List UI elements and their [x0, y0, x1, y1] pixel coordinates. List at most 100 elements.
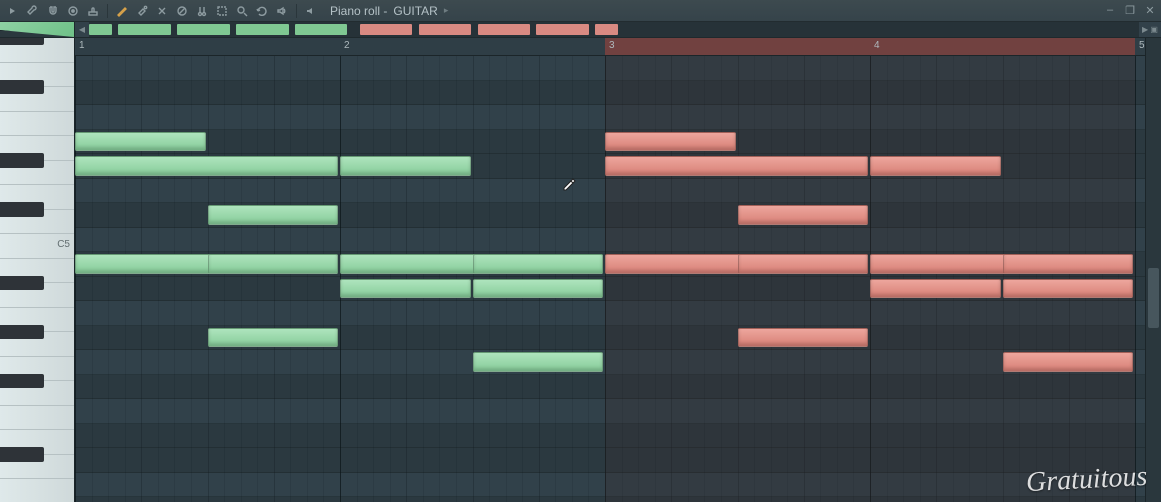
speaker-icon[interactable]: [273, 2, 291, 20]
corner-handle[interactable]: [0, 22, 75, 37]
piano-key-black[interactable]: [0, 276, 44, 291]
sub-line: [92, 56, 93, 502]
sub-line: [688, 56, 689, 502]
minimap-segment[interactable]: [236, 24, 289, 35]
tools-icon[interactable]: [24, 2, 42, 20]
paint-icon[interactable]: [133, 2, 151, 20]
menu-arrow-icon[interactable]: [4, 2, 22, 20]
piano-key-black[interactable]: [0, 447, 44, 462]
piano-key[interactable]: [0, 406, 74, 431]
minimap-segment[interactable]: [419, 24, 472, 35]
midi-note[interactable]: [75, 132, 206, 152]
slice-icon[interactable]: [193, 2, 211, 20]
scrollbar-thumb[interactable]: [1148, 268, 1159, 328]
sub-line: [257, 56, 258, 502]
midi-note[interactable]: [208, 328, 339, 348]
piano-key-black[interactable]: [0, 153, 44, 168]
close-button[interactable]: ✕: [1143, 4, 1157, 17]
maximize-button[interactable]: ❐: [1123, 4, 1137, 17]
midi-note[interactable]: [340, 279, 471, 299]
beat-line: [141, 56, 142, 502]
grid-row: [75, 105, 1145, 130]
stamp-icon[interactable]: [84, 2, 102, 20]
toolbar-separator: [107, 4, 108, 18]
piano-key-black[interactable]: [0, 38, 44, 45]
sub-line: [125, 56, 126, 502]
piano-key-black[interactable]: [0, 80, 44, 95]
midi-note[interactable]: [738, 328, 869, 348]
midi-note[interactable]: [1003, 352, 1134, 372]
zoom-icon[interactable]: [233, 2, 251, 20]
title-channel[interactable]: GUITAR: [393, 4, 437, 18]
piano-key[interactable]: [0, 112, 74, 137]
piano-key-black[interactable]: [0, 202, 44, 217]
grid-row: [75, 448, 1145, 473]
midi-note[interactable]: [1003, 279, 1134, 299]
beat-line: [208, 56, 209, 502]
select-icon[interactable]: [213, 2, 231, 20]
midi-note[interactable]: [1003, 254, 1134, 274]
midi-note[interactable]: [473, 352, 604, 372]
midi-note[interactable]: [208, 205, 339, 225]
bar-line: [75, 56, 76, 502]
playback-icon[interactable]: [253, 2, 271, 20]
erase-icon[interactable]: [153, 2, 171, 20]
vertical-scrollbar[interactable]: [1145, 38, 1161, 502]
sub-line: [307, 56, 308, 502]
bar-number: 2: [344, 40, 350, 51]
midi-note[interactable]: [473, 254, 604, 274]
ruler-mute-zone[interactable]: [605, 38, 1135, 55]
midi-note[interactable]: [870, 156, 1001, 176]
midi-note[interactable]: [340, 156, 471, 176]
sub-line: [787, 56, 788, 502]
window-title: Piano roll - GUITAR ▸: [330, 4, 448, 18]
minimap-segment[interactable]: [536, 24, 589, 35]
note-grid[interactable]: [75, 56, 1145, 502]
window-controls: – ❐ ✕: [1103, 4, 1157, 17]
bar-line: [1135, 56, 1136, 502]
minimap-prev[interactable]: ◀: [75, 22, 89, 37]
piano-keyboard[interactable]: C5: [0, 38, 75, 502]
grid-row: [75, 424, 1145, 449]
minimap-segment[interactable]: [89, 24, 112, 35]
timeline-ruler[interactable]: 12345: [75, 38, 1145, 56]
midi-note[interactable]: [605, 156, 868, 176]
grid-row: [75, 473, 1145, 498]
magnet-icon[interactable]: [44, 2, 62, 20]
minimap-track[interactable]: [89, 22, 1139, 37]
minimap-segment[interactable]: [118, 24, 171, 35]
grid-row: [75, 81, 1145, 106]
minimap-segment[interactable]: [295, 24, 348, 35]
grid-wrap: 12345: [75, 38, 1145, 502]
piano-key-black[interactable]: [0, 325, 44, 340]
minimap-segment[interactable]: [177, 24, 230, 35]
midi-note[interactable]: [605, 132, 736, 152]
beat-line: [671, 56, 672, 502]
grid-row: [75, 399, 1145, 424]
midi-note[interactable]: [208, 254, 339, 274]
minimap-segment[interactable]: [360, 24, 413, 35]
mute-icon[interactable]: [173, 2, 191, 20]
minimap-next[interactable]: ▶ ▣: [1139, 22, 1161, 37]
minimize-button[interactable]: –: [1103, 4, 1117, 17]
sub-line: [622, 56, 623, 502]
minimap-segment[interactable]: [478, 24, 531, 35]
minimap: ◀ ▶ ▣: [0, 22, 1161, 38]
scroll-icon[interactable]: [302, 2, 320, 20]
midi-note[interactable]: [870, 279, 1001, 299]
piano-key[interactable]: [0, 479, 74, 502]
midi-note[interactable]: [473, 279, 604, 299]
minimap-segment[interactable]: [595, 24, 618, 35]
sub-line: [158, 56, 159, 502]
midi-note[interactable]: [738, 254, 869, 274]
toolbar: Piano roll - GUITAR ▸ – ❐ ✕: [0, 0, 1161, 22]
piano-key-black[interactable]: [0, 374, 44, 389]
bar-number: 1: [79, 40, 85, 51]
snap-icon[interactable]: [64, 2, 82, 20]
midi-note[interactable]: [738, 205, 869, 225]
midi-note[interactable]: [75, 156, 338, 176]
grid-row: [75, 228, 1145, 253]
draw-icon[interactable]: [113, 2, 131, 20]
key-label: C5: [57, 239, 70, 250]
chevron-right-icon[interactable]: ▸: [444, 5, 449, 16]
